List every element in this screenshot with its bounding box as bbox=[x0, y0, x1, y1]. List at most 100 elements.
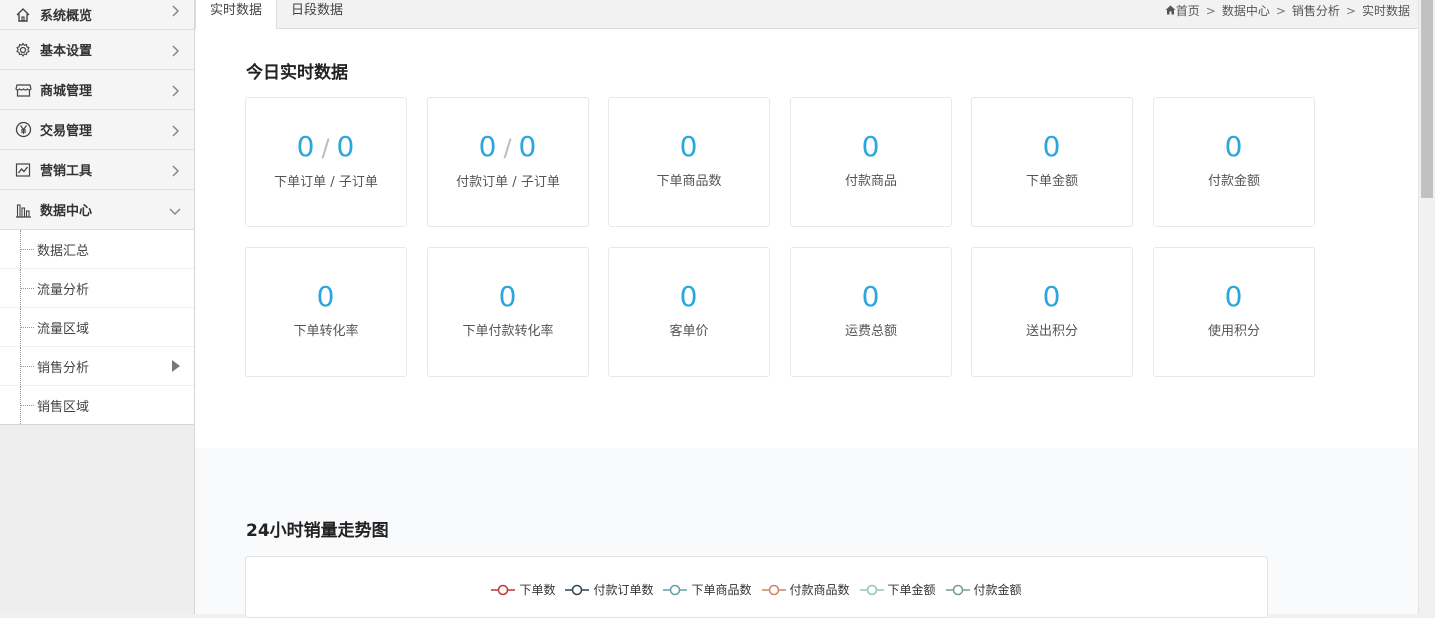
stat-card-paid-orders: 0/0 付款订单 / 子订单 bbox=[427, 97, 589, 227]
tree-branch bbox=[20, 249, 34, 250]
sidebar-subitem-label: 数据汇总 bbox=[37, 243, 90, 259]
tab-bar: 实时数据 日段数据 首页 > 数据中心 > 销售分析 > 实时数据 bbox=[195, 0, 1418, 29]
stat-value: 0/0 bbox=[296, 130, 356, 163]
stat-card-order-goods: 0 下单商品数 bbox=[608, 97, 770, 227]
sidebar-subitem-data-summary[interactable]: 数据汇总 bbox=[0, 230, 194, 269]
stat-value: 0 bbox=[1042, 130, 1062, 163]
stat-label: 下单订单 / 子订单 bbox=[274, 175, 378, 190]
sidebar-item-label: 商城管理 bbox=[40, 84, 93, 99]
stat-card-points-given: 0 送出积分 bbox=[971, 247, 1133, 377]
stat-card-shipping-total: 0 运费总额 bbox=[790, 247, 952, 377]
caret-right-icon bbox=[172, 360, 180, 372]
stat-label: 下单金额 bbox=[1025, 174, 1078, 189]
store-icon bbox=[14, 81, 32, 99]
sidebar-item-label: 数据中心 bbox=[40, 204, 93, 219]
stat-label: 付款商品 bbox=[844, 174, 897, 189]
legend-label: 付款订单数 bbox=[593, 583, 654, 597]
tab-period-data[interactable]: 日段数据 bbox=[277, 0, 357, 28]
sidebar-submenu: 数据汇总 流量分析 流量区域 销售分析 销售区域 bbox=[0, 230, 194, 425]
stat-value: 0 bbox=[1224, 280, 1244, 313]
home-icon bbox=[14, 6, 32, 24]
stat-card-order-amount: 0 下单金额 bbox=[971, 97, 1133, 227]
stat-value: 0 bbox=[498, 280, 518, 313]
legend-label: 下单金额 bbox=[887, 583, 936, 597]
sidebar-item-label: 营销工具 bbox=[40, 164, 93, 179]
stat-card-avg-order-price: 0 客单价 bbox=[608, 247, 770, 377]
trend-chart: 下单数 付款订单数 下单商品数 付款商品数 下单金额 付款金额 bbox=[245, 556, 1268, 618]
stat-label: 下单商品数 bbox=[656, 174, 722, 189]
stat-label: 客单价 bbox=[669, 324, 709, 339]
legend-item-paid-amount[interactable]: 付款金额 bbox=[945, 581, 1022, 598]
sidebar-item-data-center[interactable]: 数据中心 bbox=[0, 190, 194, 230]
sidebar-subitem-sales-analysis[interactable]: 销售分析 bbox=[0, 347, 194, 386]
chevron-right-icon bbox=[168, 163, 182, 177]
sidebar-subitem-sales-region[interactable]: 销售区域 bbox=[0, 386, 194, 424]
legend-item-orders[interactable]: 下单数 bbox=[491, 581, 555, 598]
chart-legend: 下单数 付款订单数 下单商品数 付款商品数 下单金额 付款金额 bbox=[246, 581, 1267, 598]
stat-label: 下单转化率 bbox=[293, 324, 359, 339]
home-icon bbox=[1165, 4, 1176, 18]
main-content: 实时数据 日段数据 首页 > 数据中心 > 销售分析 > 实时数据 今日实时数据… bbox=[195, 0, 1418, 618]
breadcrumb-data-center[interactable]: 数据中心 bbox=[1222, 2, 1270, 19]
stat-label: 使用积分 bbox=[1207, 324, 1260, 339]
stat-value: 0 bbox=[1042, 280, 1062, 313]
legend-item-order-goods[interactable]: 下单商品数 bbox=[663, 581, 752, 598]
bar-chart-icon bbox=[14, 201, 32, 219]
stat-label: 付款订单 / 子订单 bbox=[456, 175, 560, 190]
breadcrumb-home[interactable]: 首页 bbox=[1176, 2, 1200, 19]
stat-value: 0/0 bbox=[478, 130, 538, 163]
section-title-today: 今日实时数据 bbox=[246, 63, 348, 83]
legend-item-paid-goods[interactable]: 付款商品数 bbox=[761, 581, 850, 598]
breadcrumb: 首页 > 数据中心 > 销售分析 > 实时数据 bbox=[1165, 2, 1410, 19]
sidebar-item-trade[interactable]: 交易管理 bbox=[0, 110, 194, 150]
sidebar-subitem-label: 流量区域 bbox=[37, 321, 90, 337]
gear-icon bbox=[14, 41, 32, 59]
tree-branch bbox=[20, 366, 34, 367]
sidebar-subitem-traffic-analysis[interactable]: 流量分析 bbox=[0, 269, 194, 308]
tree-branch bbox=[20, 288, 34, 289]
breadcrumb-separator: > bbox=[1205, 3, 1216, 18]
stat-value: 0 bbox=[861, 130, 881, 163]
legend-label: 付款金额 bbox=[973, 583, 1022, 597]
vertical-scrollbar[interactable] bbox=[1418, 0, 1435, 614]
breadcrumb-separator: > bbox=[1275, 3, 1286, 18]
stat-card-conversion-rate: 0 下单转化率 bbox=[245, 247, 407, 377]
sidebar-item-store[interactable]: 商城管理 bbox=[0, 70, 194, 110]
sidebar-item-overview[interactable]: 系统概览 bbox=[0, 0, 194, 30]
stat-value: 0 bbox=[679, 280, 699, 313]
tree-branch bbox=[20, 405, 34, 406]
sidebar-subitem-traffic-region[interactable]: 流量区域 bbox=[0, 308, 194, 347]
stat-value: 0 bbox=[861, 280, 881, 313]
yen-icon bbox=[14, 121, 32, 139]
stat-card-paid-amount: 0 付款金额 bbox=[1153, 97, 1315, 227]
breadcrumb-separator: > bbox=[1345, 3, 1356, 18]
chart-line-icon bbox=[14, 161, 32, 179]
legend-label: 付款商品数 bbox=[789, 583, 850, 597]
legend-item-order-amount[interactable]: 下单金额 bbox=[859, 581, 936, 598]
stat-card-points-used: 0 使用积分 bbox=[1153, 247, 1315, 377]
breadcrumb-sales-analysis[interactable]: 销售分析 bbox=[1292, 2, 1340, 19]
stat-card-paid-goods: 0 付款商品 bbox=[790, 97, 952, 227]
chevron-right-icon bbox=[168, 83, 182, 97]
sidebar-item-label: 交易管理 bbox=[40, 124, 93, 139]
chevron-right-icon bbox=[168, 43, 182, 57]
sidebar-item-marketing[interactable]: 营销工具 bbox=[0, 150, 194, 190]
breadcrumb-current: 实时数据 bbox=[1361, 4, 1410, 18]
sidebar-subitem-label: 流量分析 bbox=[37, 282, 90, 298]
tab-realtime-data[interactable]: 实时数据 bbox=[195, 0, 278, 29]
stat-label: 运费总额 bbox=[844, 324, 897, 339]
sidebar-subitem-label: 销售分析 bbox=[37, 360, 90, 376]
stat-label: 送出积分 bbox=[1025, 324, 1078, 339]
legend-item-paid-orders[interactable]: 付款订单数 bbox=[565, 581, 653, 598]
legend-label: 下单数 bbox=[519, 583, 556, 597]
section-title-trend: 24小时销量走势图 bbox=[246, 521, 389, 541]
scrollbar-thumb[interactable] bbox=[1421, 0, 1433, 198]
stat-card-pay-conversion-rate: 0 下单付款转化率 bbox=[427, 247, 589, 377]
chevron-down-icon bbox=[168, 203, 182, 217]
stat-value: 0 bbox=[1224, 130, 1244, 163]
stat-value: 0 bbox=[316, 280, 336, 313]
sidebar-item-settings[interactable]: 基本设置 bbox=[0, 30, 194, 70]
stat-label: 下单付款转化率 bbox=[462, 324, 554, 339]
stat-label: 付款金额 bbox=[1207, 174, 1260, 189]
legend-label: 下单商品数 bbox=[691, 583, 752, 597]
